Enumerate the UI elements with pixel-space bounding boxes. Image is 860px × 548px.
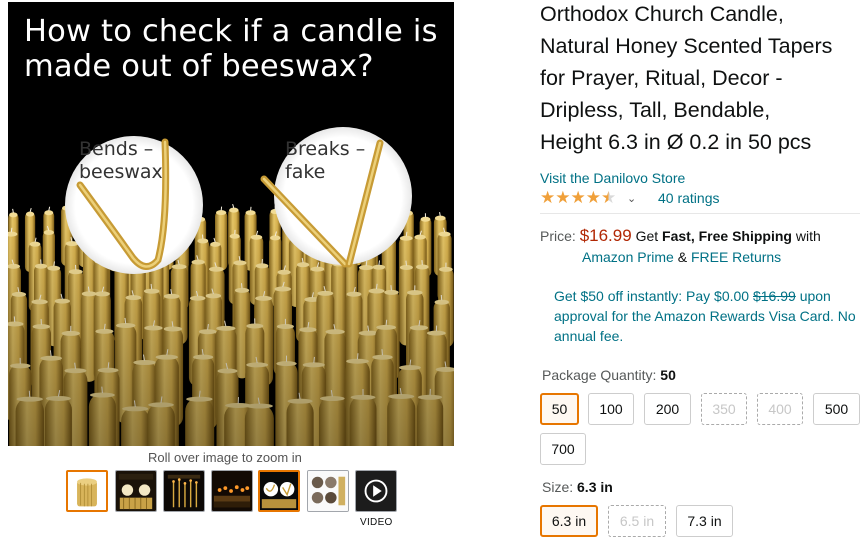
prime-ampersand: & <box>677 249 688 265</box>
image-headline-line-2: made out of beeswax? <box>24 49 374 84</box>
video-label: VIDEO <box>360 517 393 528</box>
package-quantity-label: Package Quantity: 50 <box>542 367 676 383</box>
star-icon: ★ <box>570 188 586 207</box>
store-link[interactable]: Visit the Danilovo Store <box>540 170 685 186</box>
promo-text-before: Get $50 off instantly: Pay $0.00 <box>554 288 750 304</box>
quantity-option-200[interactable]: 200 <box>644 393 691 425</box>
thumbnail-5[interactable] <box>258 470 300 512</box>
size-label-text: Size: <box>542 479 574 495</box>
fast-free-shipping: Fast, Free Shipping <box>662 228 792 244</box>
star-rating[interactable]: ★ ★ ★ ★ ★ <box>540 189 616 207</box>
fake-label: fake <box>285 161 326 183</box>
candle-tip <box>216 210 227 216</box>
product-title-line-4: Dripless, Tall, Bendable, <box>540 98 771 122</box>
product-title-line-3: for Prayer, Ritual, Decor - <box>540 66 783 90</box>
bends-label: Bends – <box>79 138 154 160</box>
shipping-with: with <box>795 228 821 244</box>
candle-tip <box>229 207 239 213</box>
breaks-label: Breaks – <box>285 138 366 160</box>
thumbnail-6[interactable] <box>307 470 349 512</box>
product-title-line-1: Orthodox Church Candle, <box>540 2 784 26</box>
product-title-line-5: Height 6.3 in Ø 0.2 in 50 pcs <box>540 130 812 154</box>
candle-tip <box>245 210 256 216</box>
size-label: Size: 6.3 in <box>542 479 613 495</box>
size-option-6-3[interactable]: 6.3 in <box>540 505 598 537</box>
price-label: Price: <box>540 228 576 244</box>
quantity-option-350[interactable]: 350 <box>701 393 747 425</box>
candle-tip <box>434 215 446 221</box>
star-icon: ★ <box>540 188 556 207</box>
prime-row: Amazon Prime & FREE Returns <box>582 249 781 265</box>
half-star-icon: ★ <box>601 188 617 207</box>
thumbnail-1[interactable] <box>66 470 108 512</box>
free-returns-link[interactable]: FREE Returns <box>691 249 781 265</box>
candle-tip <box>25 211 35 217</box>
candle-tip <box>9 212 18 218</box>
quantity-option-50[interactable]: 50 <box>540 393 579 425</box>
amazon-prime-link[interactable]: Amazon Prime <box>582 249 674 265</box>
ratings-count-link[interactable]: 40 ratings <box>658 190 719 206</box>
zoom-hint: Roll over image to zoom in <box>148 450 302 465</box>
product-title: Orthodox Church Candle, Natural Honey Sc… <box>540 0 860 158</box>
size-option-6-5[interactable]: 6.5 in <box>608 505 666 537</box>
size-selected: 6.3 in <box>577 479 613 495</box>
rewards-card-promo[interactable]: Get $50 off instantly: Pay $0.00 $16.99 … <box>554 286 860 346</box>
quantity-option-400[interactable]: 400 <box>757 393 803 425</box>
promo-strikethrough-price: $16.99 <box>752 288 796 304</box>
candle-wick <box>439 212 441 217</box>
candle-tip <box>44 210 54 216</box>
thumbnail-video[interactable] <box>355 470 397 512</box>
package-quantity-selected: 50 <box>660 367 676 383</box>
shipping-get: Get <box>635 228 659 244</box>
thumbnail-2[interactable] <box>115 470 157 512</box>
thumbnail-3[interactable] <box>163 470 205 512</box>
price-value: $16.99 <box>579 226 632 245</box>
beeswax-label: beeswax <box>79 161 163 183</box>
chevron-down-icon[interactable]: ⌄ <box>627 192 636 205</box>
price-row: Price: $16.99 Get Fast, Free Shipping wi… <box>540 226 821 246</box>
quantity-option-500[interactable]: 500 <box>813 393 860 425</box>
thumbnail-4[interactable] <box>211 470 253 512</box>
star-icon: ★ <box>585 188 601 207</box>
star-icon: ★ <box>555 188 571 207</box>
candle-tip <box>420 216 431 222</box>
size-option-7-3[interactable]: 7.3 in <box>676 505 733 537</box>
quantity-option-700[interactable]: 700 <box>540 433 586 465</box>
product-title-line-2: Natural Honey Scented Tapers <box>540 34 833 58</box>
quantity-option-100[interactable]: 100 <box>588 393 634 425</box>
package-quantity-label-text: Package Quantity: <box>542 367 657 383</box>
divider <box>540 213 860 214</box>
main-product-image[interactable]: How to check if a candle is made out of … <box>8 2 454 446</box>
image-headline-line-1: How to check if a candle is <box>24 14 438 49</box>
